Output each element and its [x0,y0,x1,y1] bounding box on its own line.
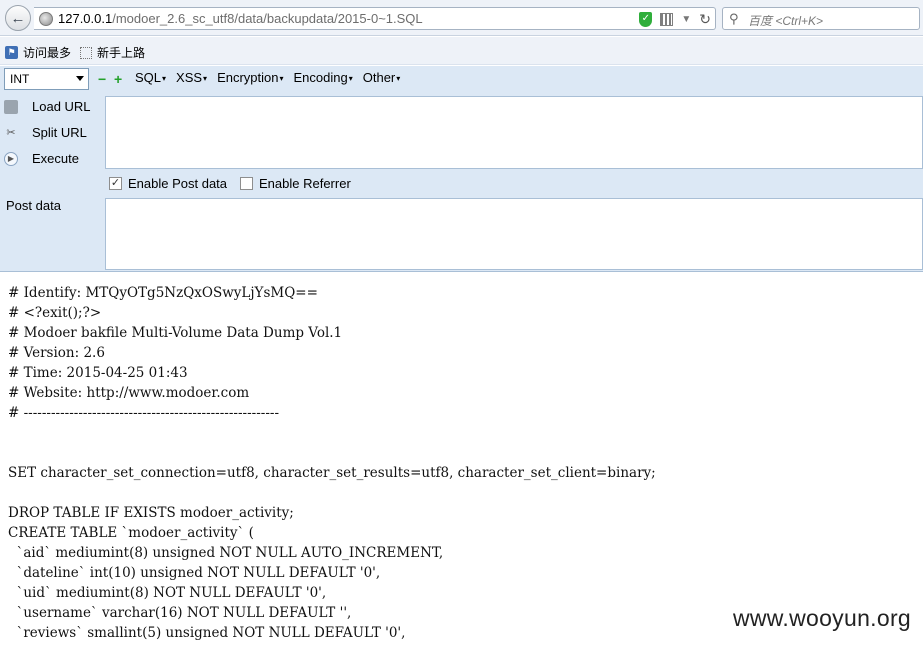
chevron-down-icon [76,76,84,81]
enable-post-label: Enable Post data [128,176,228,191]
search-bar[interactable]: ⚲ 百度 <Ctrl+K> [722,7,920,30]
content-line: # <?exit();?> [8,305,102,321]
load-url-icon [4,99,18,114]
bookmarks-bar: ⚑ 访问最多 新手上路 [0,37,923,65]
minus-icon[interactable]: − [98,71,106,87]
navigation-bar: ← 127.0.0.1/modoer_2.6_sc_utf8/data/back… [0,0,923,36]
split-url-button[interactable]: ✂ Split URL [4,125,87,140]
enable-referrer-checkbox[interactable] [240,177,253,190]
url-text[interactable]: 127.0.0.1/modoer_2.6_sc_utf8/data/backup… [58,11,423,26]
content-line [8,423,918,443]
content-line: `dateline` int(10) unsigned NOT NULL DEF… [8,565,381,581]
content-line: # Version: 2.6 [8,345,105,361]
content-line: SET character_set_connection=utf8, chara… [8,465,656,481]
hackbar-panel: INT − + SQL XSS Encryption Encoding Othe… [0,66,923,272]
globe-icon [39,12,53,26]
url-bar-icons: ✓ ▼ ↻ [639,11,711,28]
bookmark-getting-started[interactable]: 新手上路 [80,44,145,61]
back-arrow-icon[interactable]: ← [5,5,31,31]
folder-icon: ⚑ [5,46,18,59]
watermark: www.wooyun.org [730,605,913,632]
reload-icon[interactable]: ↻ [699,11,711,28]
menu-encoding[interactable]: Encoding [294,70,353,85]
content-line [8,483,918,503]
post-data-label: Post data [6,198,61,213]
sql-dump-content: # Identify: MTQyOTg5NzQxOSwyLjYsMQ== # <?… [8,283,918,643]
plus-icon[interactable]: + [114,71,122,87]
execute-button[interactable]: ▶ Execute [4,151,79,166]
menu-sql[interactable]: SQL [135,70,166,85]
qr-code-icon[interactable] [660,13,674,26]
load-url-label: Load URL [32,99,91,114]
url-path: /modoer_2.6_sc_utf8/data/backupdata/2015… [112,11,423,26]
content-line: # Identify: MTQyOTg5NzQxOSwyLjYsMQ== [8,285,318,301]
enable-post-checkbox[interactable]: ✓ [109,177,122,190]
content-line: # Modoer bakfile Multi-Volume Data Dump … [8,325,343,341]
security-shield-icon[interactable]: ✓ [639,12,653,27]
bookmark-most-visited[interactable]: ⚑ 访问最多 [5,44,71,61]
content-line: # Website: http://www.modoer.com [8,385,250,401]
menu-encryption[interactable]: Encryption [217,70,283,85]
post-data-textarea[interactable] [105,198,923,270]
page-icon [80,46,92,59]
play-icon: ▶ [4,151,18,166]
enable-referrer-label: Enable Referrer [259,176,351,191]
history-dropdown-icon[interactable]: ▼ [681,14,691,25]
content-line: `aid` mediumint(8) unsigned NOT NULL AUT… [8,545,444,561]
bookmark-label: 新手上路 [97,46,146,60]
content-line: CREATE TABLE `modoer_activity` ( [8,525,254,541]
content-line: # Time: 2015-04-25 01:43 [8,365,188,381]
load-url-button[interactable]: Load URL [4,99,91,114]
scissors-icon: ✂ [6,127,16,139]
menu-other[interactable]: Other [363,70,401,85]
search-placeholder: 百度 <Ctrl+K> [748,14,824,28]
enable-post-toggle[interactable]: ✓ Enable Post data [109,176,227,191]
type-select[interactable]: INT [4,68,89,90]
split-url-label: Split URL [32,125,87,140]
url-bar[interactable]: 127.0.0.1/modoer_2.6_sc_utf8/data/backup… [34,7,716,30]
search-icon: ⚲ [729,11,739,26]
execute-label: Execute [32,151,79,166]
url-textarea[interactable] [105,96,923,169]
enable-referrer-toggle[interactable]: Enable Referrer [240,176,351,191]
hackbar-menu: SQL XSS Encryption Encoding Other [135,70,400,85]
content-line: # --------------------------------------… [8,405,280,421]
content-line [8,443,918,463]
url-host: 127.0.0.1 [58,11,113,26]
type-select-value: INT [10,72,30,86]
content-line: DROP TABLE IF EXISTS modoer_activity; [8,505,294,521]
bookmark-label: 访问最多 [23,46,72,60]
menu-xss[interactable]: XSS [176,70,207,85]
content-line: `uid` mediumint(8) NOT NULL DEFAULT '0', [8,585,327,601]
